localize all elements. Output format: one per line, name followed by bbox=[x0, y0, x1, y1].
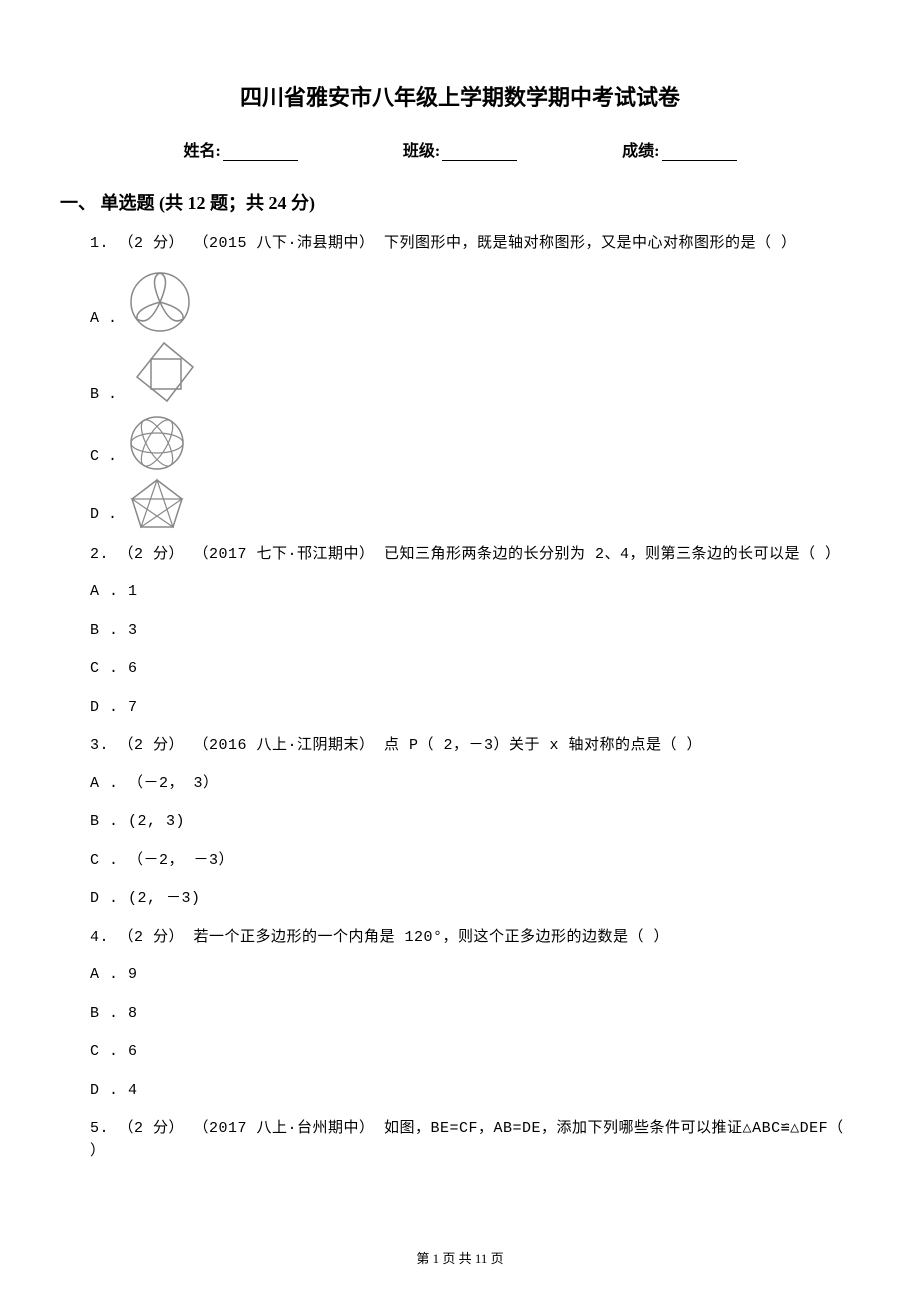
q1-option-a: A . bbox=[90, 271, 860, 333]
q3-text: 3. （2 分） （2016 八上·江阴期末） 点 P（ 2，－3）关于 x 轴… bbox=[90, 735, 860, 758]
q3-option-d: D . (2, －3) bbox=[90, 888, 860, 911]
q2-option-d: D . 7 bbox=[90, 697, 860, 720]
q1-a-label: A . bbox=[90, 308, 117, 333]
q2-option-c: C . 6 bbox=[90, 658, 860, 681]
section-header: 一、 单选题 (共 12 题；共 24 分) bbox=[60, 189, 860, 215]
content-area: 1. （2 分） （2015 八下·沛县期中） 下列图形中，既是轴对称图形，又是… bbox=[60, 233, 860, 1163]
q1-text: 1. （2 分） （2015 八下·沛县期中） 下列图形中，既是轴对称图形，又是… bbox=[90, 233, 860, 256]
q2-option-a: A . 1 bbox=[90, 581, 860, 604]
class-label: 班级: bbox=[403, 137, 440, 161]
score-blank bbox=[662, 160, 737, 161]
q4-text: 4. （2 分） 若一个正多边形的一个内角是 120°，则这个正多边形的边数是（… bbox=[90, 927, 860, 950]
name-blank bbox=[223, 160, 298, 161]
score-field: 成绩: bbox=[622, 137, 736, 161]
page-footer: 第 1 页 共 11 页 bbox=[0, 1248, 920, 1267]
q4-option-c: C . 6 bbox=[90, 1041, 860, 1064]
trefoil-icon bbox=[129, 271, 191, 333]
q4-option-a: A . 9 bbox=[90, 964, 860, 987]
score-label: 成绩: bbox=[622, 137, 659, 161]
flower-circle-icon bbox=[129, 415, 185, 471]
q1-d-label: D . bbox=[90, 504, 117, 529]
header-fields: 姓名: 班级: 成绩: bbox=[60, 137, 860, 161]
name-field: 姓名: bbox=[183, 137, 297, 161]
q1-option-b: B . bbox=[90, 339, 860, 409]
q2-option-b: B . 3 bbox=[90, 620, 860, 643]
overlapping-squares-icon bbox=[129, 339, 199, 409]
q2-text: 2. （2 分） （2017 七下·邗江期中） 已知三角形两条边的长分别为 2、… bbox=[90, 544, 860, 567]
q1-option-d: D . bbox=[90, 477, 860, 529]
q1-c-label: C . bbox=[90, 446, 117, 471]
q1-option-c: C . bbox=[90, 415, 860, 471]
class-blank bbox=[442, 160, 517, 161]
q3-option-a: A . （－2， 3） bbox=[90, 773, 860, 796]
q4-option-d: D . 4 bbox=[90, 1080, 860, 1103]
page-title: 四川省雅安市八年级上学期数学期中考试试卷 bbox=[60, 80, 860, 112]
q5-text: 5. （2 分） （2017 八上·台州期中） 如图，BE=CF，AB=DE，添… bbox=[90, 1118, 860, 1163]
q1-b-label: B . bbox=[90, 384, 117, 409]
q4-option-b: B . 8 bbox=[90, 1003, 860, 1026]
class-field: 班级: bbox=[403, 137, 517, 161]
pentagon-star-icon bbox=[129, 477, 185, 529]
q3-option-b: B . (2, 3) bbox=[90, 811, 860, 834]
name-label: 姓名: bbox=[183, 137, 220, 161]
q3-option-c: C . （－2， －3） bbox=[90, 850, 860, 873]
